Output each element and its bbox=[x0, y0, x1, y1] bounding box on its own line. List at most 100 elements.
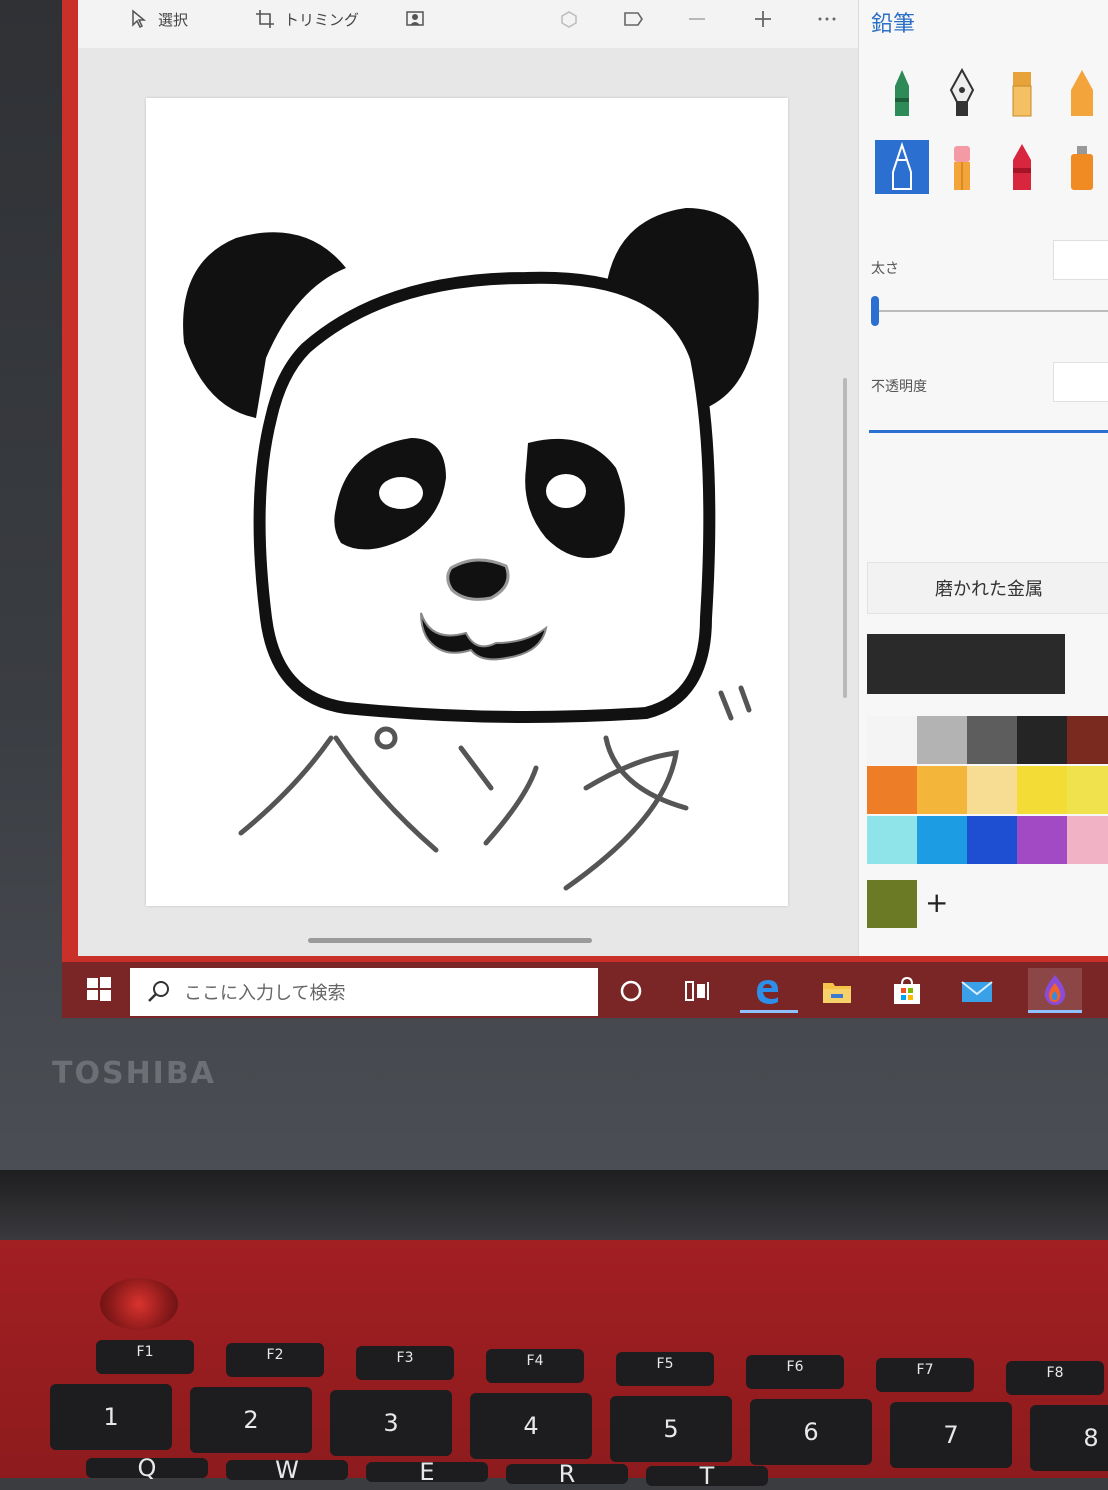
add-color-button[interactable]: + bbox=[925, 886, 948, 919]
paint3d-taskbar-button[interactable] bbox=[1028, 968, 1082, 1012]
thickness-slider-thumb[interactable] bbox=[871, 296, 879, 326]
palette-swatch[interactable] bbox=[917, 816, 967, 864]
paint3d-active-indicator bbox=[1028, 1010, 1082, 1013]
pencil-tool[interactable] bbox=[875, 140, 929, 194]
fountain-pen-icon bbox=[949, 68, 975, 116]
cortana-button[interactable] bbox=[614, 976, 648, 1006]
top-toolbar: 選択 トリミング bbox=[78, 0, 858, 48]
search-placeholder: ここに入力して検索 bbox=[184, 983, 346, 1004]
store-bag-icon bbox=[894, 976, 920, 1004]
letter-key[interactable]: T bbox=[646, 1462, 768, 1490]
spray-can-tool[interactable] bbox=[1055, 140, 1108, 194]
thickness-input[interactable] bbox=[1053, 240, 1108, 280]
magic-select-icon bbox=[406, 11, 424, 26]
zoom-out-button[interactable] bbox=[686, 8, 708, 30]
edge-browser-icon bbox=[757, 980, 779, 1004]
palette-swatch[interactable] bbox=[967, 716, 1017, 764]
palette-swatch[interactable] bbox=[867, 816, 917, 864]
3d-view-button[interactable] bbox=[558, 8, 580, 30]
more-dots-icon bbox=[818, 17, 836, 21]
function-key[interactable]: F4 bbox=[486, 1349, 584, 1383]
number-key[interactable]: 4 bbox=[470, 1393, 592, 1459]
palette-swatch[interactable] bbox=[917, 716, 967, 764]
palette-swatch[interactable] bbox=[1067, 716, 1108, 764]
thickness-slider[interactable] bbox=[875, 310, 1108, 312]
function-key[interactable]: F2 bbox=[226, 1343, 324, 1377]
flag-button[interactable] bbox=[622, 8, 644, 30]
function-key[interactable]: F7 bbox=[876, 1358, 974, 1392]
panel-title: 鉛筆 bbox=[871, 12, 916, 37]
mail-button[interactable] bbox=[960, 976, 994, 1006]
task-view-button[interactable] bbox=[680, 976, 714, 1006]
power-button[interactable] bbox=[100, 1278, 178, 1330]
minus-icon bbox=[689, 18, 705, 20]
folder-icon bbox=[823, 983, 851, 1003]
number-key[interactable]: 7 bbox=[890, 1402, 1012, 1468]
function-key[interactable]: F6 bbox=[746, 1355, 844, 1389]
number-key[interactable]: 3 bbox=[330, 1390, 452, 1456]
marker-tool[interactable] bbox=[875, 66, 929, 120]
crayon-icon bbox=[1013, 144, 1031, 190]
function-key[interactable]: F5 bbox=[616, 1352, 714, 1386]
right-eye bbox=[546, 474, 586, 508]
oil-brush-tool[interactable] bbox=[995, 66, 1049, 120]
current-color-swatch[interactable] bbox=[867, 634, 1065, 694]
file-explorer-button[interactable] bbox=[820, 976, 854, 1006]
number-key[interactable]: 8 bbox=[1030, 1405, 1108, 1471]
calligraphy-pen-tool[interactable] bbox=[935, 66, 989, 120]
vertical-scrollbar[interactable] bbox=[843, 378, 847, 698]
crop-label: トリミング bbox=[284, 10, 360, 29]
opacity-label: 不透明度 bbox=[871, 379, 927, 395]
function-key[interactable]: F8 bbox=[1006, 1361, 1104, 1395]
function-key[interactable]: F3 bbox=[356, 1346, 454, 1380]
palette-swatch[interactable] bbox=[1067, 816, 1108, 864]
windows-start-icon[interactable] bbox=[86, 976, 112, 1002]
eraser-tool[interactable] bbox=[935, 140, 989, 194]
horizontal-scrollbar[interactable] bbox=[308, 938, 592, 943]
number-key[interactable]: 2 bbox=[190, 1387, 312, 1453]
letter-key[interactable]: W bbox=[226, 1456, 348, 1484]
opacity-input[interactable] bbox=[1053, 362, 1108, 402]
cursor-arrow-icon bbox=[132, 9, 147, 29]
nose bbox=[446, 558, 510, 601]
function-key[interactable]: F1 bbox=[96, 1340, 194, 1374]
opacity-slider[interactable] bbox=[869, 430, 1108, 433]
select-tool[interactable]: 選択 bbox=[128, 8, 188, 30]
search-icon bbox=[148, 981, 169, 1002]
letter-key[interactable]: E bbox=[366, 1458, 488, 1486]
palette-swatch[interactable] bbox=[967, 766, 1017, 814]
crop-tool[interactable]: トリミング bbox=[254, 8, 359, 30]
drawing-canvas[interactable] bbox=[146, 98, 788, 906]
letter-key[interactable]: R bbox=[506, 1460, 628, 1488]
zoom-in-button[interactable] bbox=[752, 8, 774, 30]
palette-swatch[interactable] bbox=[1017, 716, 1067, 764]
edge-button[interactable] bbox=[750, 976, 784, 1006]
crayon-tool[interactable] bbox=[995, 140, 1049, 194]
crop-icon bbox=[256, 10, 274, 28]
palette-swatch[interactable] bbox=[1067, 766, 1108, 814]
letter-key[interactable]: Q bbox=[86, 1454, 208, 1482]
taskbar-search-box[interactable]: ここに入力して検索 bbox=[130, 968, 598, 1016]
number-key[interactable]: 6 bbox=[750, 1399, 872, 1465]
thickness-label: 太さ bbox=[871, 261, 899, 277]
palette-swatch[interactable] bbox=[867, 880, 917, 928]
palette-swatch[interactable] bbox=[1017, 816, 1067, 864]
canvas-area bbox=[78, 48, 858, 956]
panda-drawing bbox=[183, 208, 759, 891]
laptop-hinge bbox=[0, 1170, 1108, 1240]
left-eye bbox=[379, 477, 423, 509]
palette-swatch[interactable] bbox=[867, 716, 917, 764]
palette-swatch[interactable] bbox=[917, 766, 967, 814]
store-button[interactable] bbox=[890, 976, 924, 1006]
watercolor-tool[interactable] bbox=[1055, 66, 1108, 120]
palette-swatch[interactable] bbox=[867, 766, 917, 814]
number-key[interactable]: 1 bbox=[50, 1384, 172, 1450]
palette-swatch[interactable] bbox=[967, 816, 1017, 864]
more-button[interactable] bbox=[816, 8, 838, 30]
mail-envelope-icon bbox=[961, 981, 993, 1002]
palette-swatch[interactable] bbox=[1017, 766, 1067, 814]
brush-panel: 鉛筆 太さ 不透明度 磨かれた金属 + bbox=[858, 0, 1108, 956]
texture-button[interactable]: 磨かれた金属 bbox=[867, 562, 1108, 614]
magic-select-tool[interactable] bbox=[404, 8, 426, 30]
number-key[interactable]: 5 bbox=[610, 1396, 732, 1462]
